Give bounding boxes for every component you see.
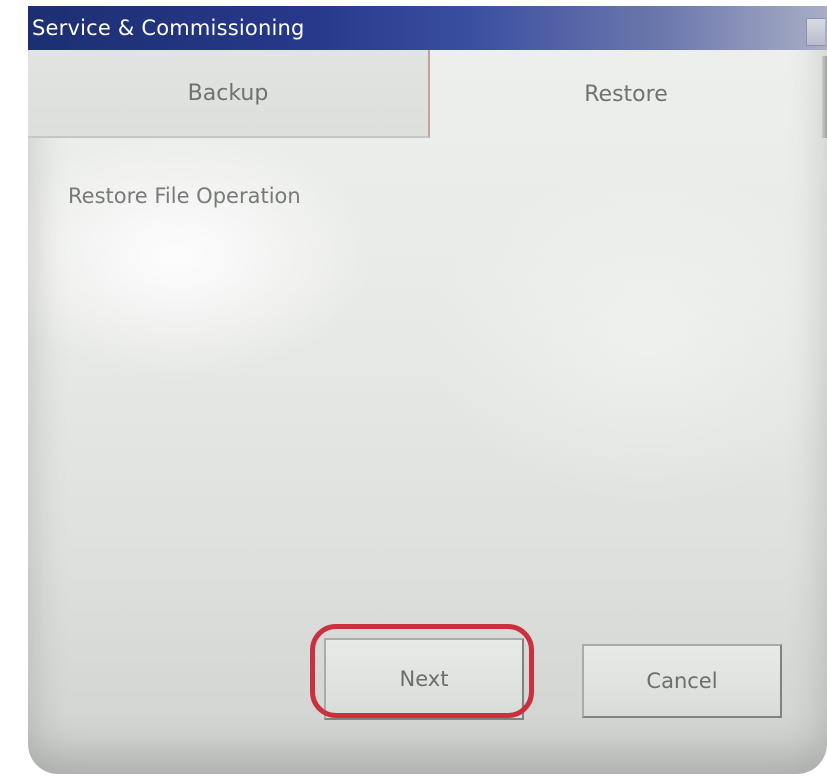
photo-frame: Service & Commissioning Backup Restore R…: [0, 0, 827, 778]
tab-strip: Backup Restore: [28, 50, 827, 138]
tab-strip-edge: [822, 56, 827, 138]
cancel-button-label: Cancel: [646, 669, 718, 693]
next-button[interactable]: Next: [324, 638, 524, 720]
tab-restore[interactable]: Restore: [430, 50, 822, 138]
next-button-label: Next: [399, 667, 449, 691]
section-label: Restore File Operation: [68, 184, 301, 208]
close-icon[interactable]: [806, 18, 825, 46]
cancel-button[interactable]: Cancel: [582, 644, 782, 718]
tab-restore-label: Restore: [584, 81, 668, 107]
title-bar: Service & Commissioning: [28, 6, 827, 50]
device-screen: Service & Commissioning Backup Restore R…: [28, 6, 827, 774]
tab-backup[interactable]: Backup: [28, 50, 430, 138]
tab-backup-label: Backup: [187, 80, 269, 106]
window-title: Service & Commissioning: [32, 16, 305, 40]
